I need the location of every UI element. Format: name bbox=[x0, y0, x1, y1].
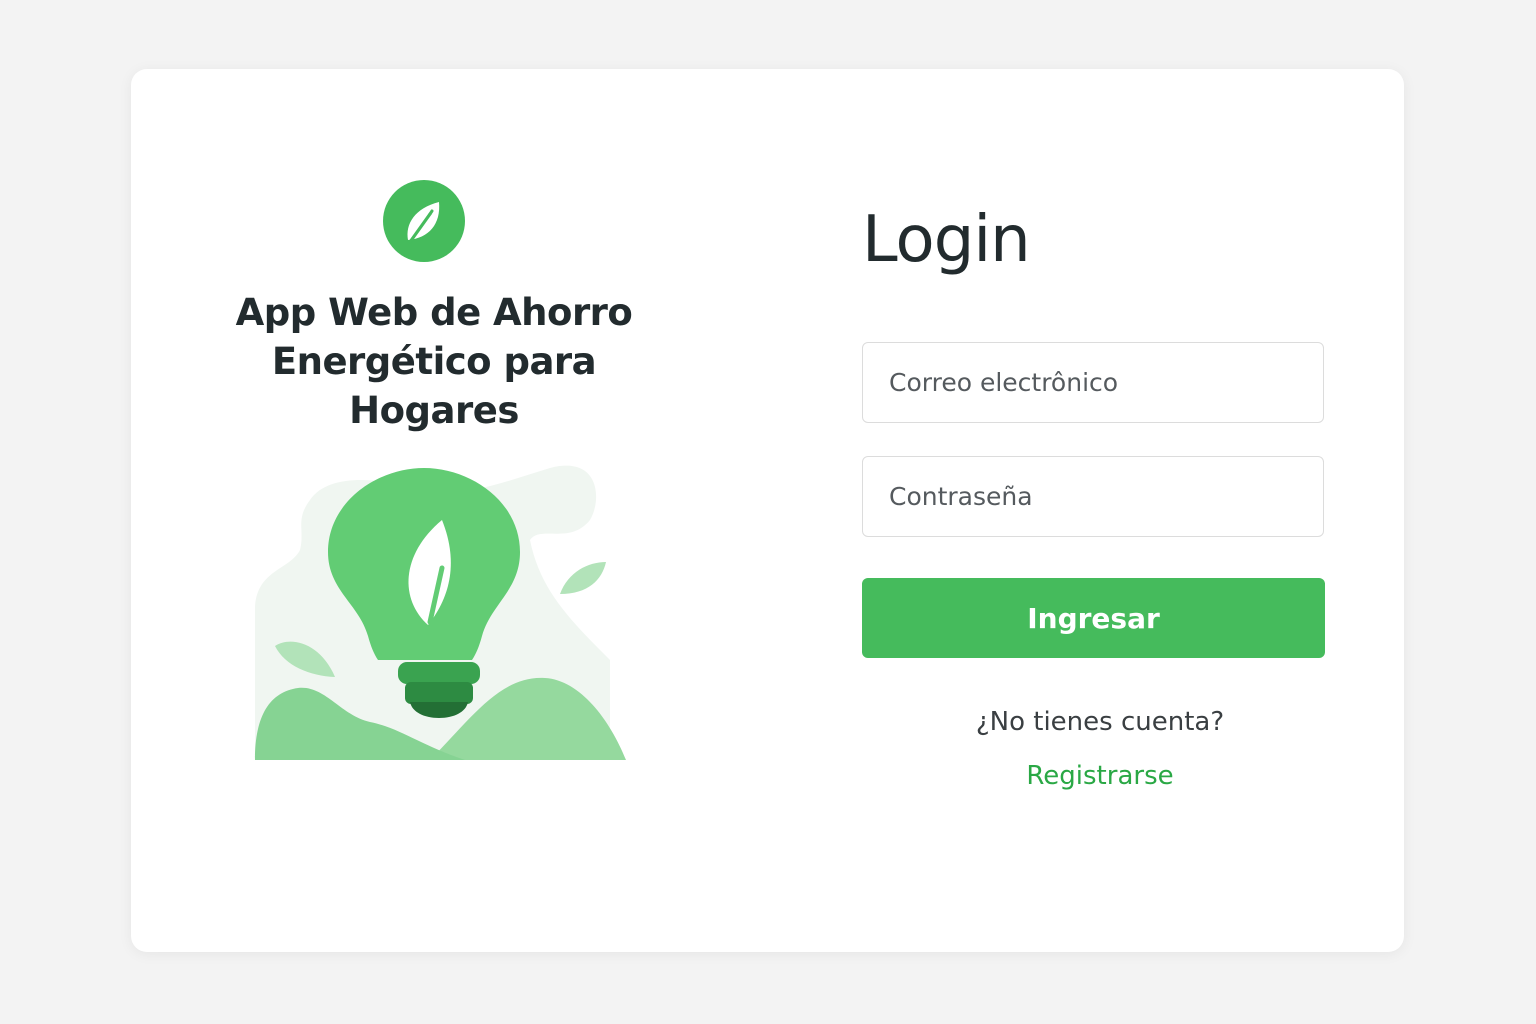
app-title-line2: Energético para Hogares bbox=[271, 340, 597, 432]
leaf-logo-icon bbox=[383, 180, 465, 262]
app-title-line1: App Web de Ahorro bbox=[235, 291, 633, 334]
app-title: App Web de Ahorro Energético para Hogare… bbox=[190, 288, 678, 435]
login-title: Login bbox=[862, 203, 1031, 277]
register-link[interactable]: Registrarse bbox=[862, 758, 1338, 794]
email-input[interactable] bbox=[862, 342, 1324, 423]
lightbulb-leaf-icon bbox=[255, 465, 626, 760]
login-submit-button[interactable]: Ingresar bbox=[862, 578, 1325, 658]
password-input[interactable] bbox=[862, 456, 1324, 537]
no-account-text: ¿No tienes cuenta? bbox=[975, 707, 1225, 737]
